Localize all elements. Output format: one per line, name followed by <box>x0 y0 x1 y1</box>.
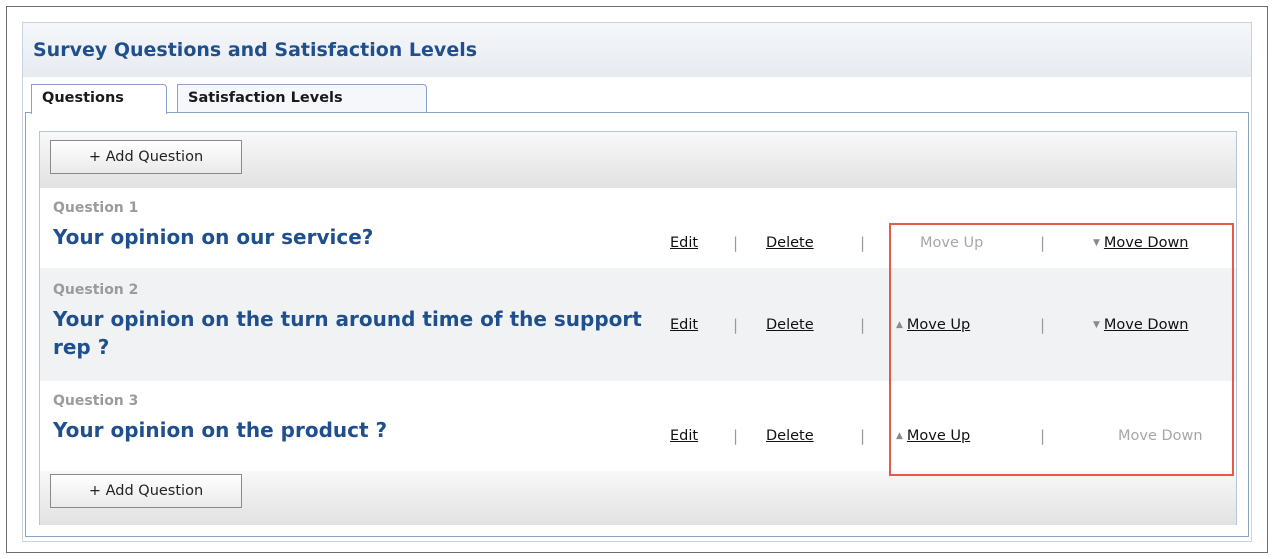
add-question-button-bottom[interactable]: + Add Question <box>50 474 242 508</box>
question-number: Question 2 <box>53 282 139 298</box>
separator: | <box>860 427 866 445</box>
bottom-toolbar: + Add Question <box>40 471 1236 525</box>
question-row: Question 2 Your opinion on the turn arou… <box>40 268 1236 381</box>
tab-satisfaction-levels[interactable]: Satisfaction Levels <box>177 84 427 112</box>
separator: | <box>733 234 739 252</box>
delete-link[interactable]: Delete <box>766 428 814 444</box>
separator: | <box>1040 427 1046 445</box>
separator: | <box>733 427 739 445</box>
chevron-down-icon: ▼ <box>1093 320 1100 330</box>
move-down-disabled: Move Down <box>1118 428 1203 444</box>
question-text: Your opinion on our service? <box>53 225 374 249</box>
tab-questions[interactable]: Questions <box>31 84 167 114</box>
question-number: Question 3 <box>53 393 139 409</box>
separator: | <box>733 316 739 334</box>
panel-header: Survey Questions and Satisfaction Levels <box>23 23 1251 77</box>
move-down-link[interactable]: ▼ Move Down <box>1093 317 1189 333</box>
chevron-up-icon: ▲ <box>896 320 903 330</box>
question-row: Question 1 Your opinion on our service? … <box>40 188 1236 268</box>
edit-link[interactable]: Edit <box>670 235 698 251</box>
separator: | <box>860 316 866 334</box>
question-text: Your opinion on the turn around time of … <box>53 307 642 359</box>
delete-link[interactable]: Delete <box>766 235 814 251</box>
delete-link[interactable]: Delete <box>766 317 814 333</box>
edit-link[interactable]: Edit <box>670 317 698 333</box>
move-up-link[interactable]: ▲ Move Up <box>896 428 970 444</box>
chevron-down-icon: ▼ <box>1093 238 1100 248</box>
survey-panel: Survey Questions and Satisfaction Levels… <box>22 22 1252 542</box>
top-toolbar: + Add Question <box>40 132 1236 188</box>
separator: | <box>1040 234 1046 252</box>
move-down-link[interactable]: ▼ Move Down <box>1093 235 1189 251</box>
add-question-button-top[interactable]: + Add Question <box>50 140 242 174</box>
question-number: Question 1 <box>53 200 139 216</box>
move-up-link[interactable]: ▲ Move Up <box>896 317 970 333</box>
move-up-disabled: Move Up <box>920 235 984 251</box>
question-text: Your opinion on the product ? <box>53 418 388 442</box>
page-title: Survey Questions and Satisfaction Levels <box>33 39 478 61</box>
tab-content: + Add Question Question 1 Your opinion o… <box>25 112 1249 537</box>
questions-list: + Add Question Question 1 Your opinion o… <box>39 131 1237 525</box>
question-row: Question 3 Your opinion on the product ?… <box>40 381 1236 471</box>
separator: | <box>860 234 866 252</box>
separator: | <box>1040 316 1046 334</box>
edit-link[interactable]: Edit <box>670 428 698 444</box>
chevron-up-icon: ▲ <box>896 431 903 441</box>
